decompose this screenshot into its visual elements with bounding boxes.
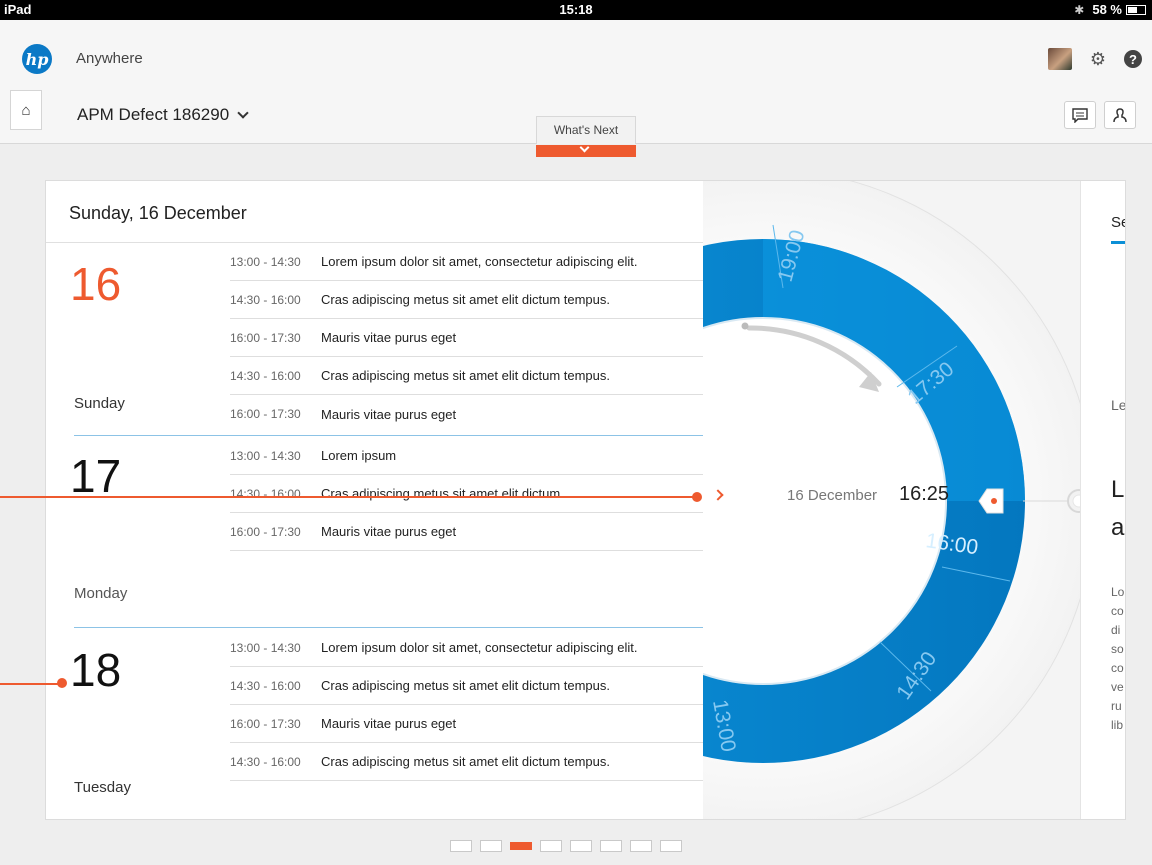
event-time: 14:30 - 16:00 (230, 486, 301, 501)
event-title: Mauris vitae purus eget (321, 716, 457, 731)
event-title: Cras adipiscing metus sit amet elit dict… (321, 486, 561, 501)
page-dot[interactable] (510, 842, 532, 850)
event-row[interactable]: 14:30 - 16:00 Cras adipiscing metus sit a… (230, 475, 704, 513)
event-time: 14:30 - 16:00 (230, 368, 301, 383)
day-group: 17 Monday 13:00 - 14:30 Lorem ipsum 14:30… (46, 437, 704, 629)
detail-text: Lo co di so co ve ru lib (1111, 585, 1125, 732)
page-dot[interactable] (630, 840, 652, 852)
event-time: 14:30 - 16:00 (230, 754, 301, 769)
event-row[interactable]: 16:00 - 17:30 Mauris vitae purus eget (230, 395, 704, 433)
day-group: 18 Tuesday 13:00 - 14:30 Lorem ipsum dolo… (46, 629, 704, 819)
event-time: 13:00 - 14:30 (230, 640, 301, 655)
callout-line (0, 496, 696, 498)
calendar-title: Sunday, 16 December (69, 203, 247, 223)
page-dot[interactable] (540, 840, 562, 852)
battery-icon (1126, 4, 1146, 15)
sub-header: ⌂ APM Defect 186290 What's Next (0, 80, 1152, 144)
comment-icon (1072, 107, 1088, 123)
whats-next-toggle[interactable] (536, 142, 636, 157)
event-row[interactable]: 14:30 - 16:00 Cras adipiscing metus sit a… (230, 743, 704, 781)
battery-percent: 58 % (1092, 2, 1122, 17)
calendar-card: Sunday, 16 December 16 Sunday 13:00 - 14… (45, 180, 1126, 820)
event-title: Cras adipiscing metus sit amet elit dict… (321, 678, 610, 693)
detail-label: Le (1111, 397, 1126, 413)
event-time: 13:00 - 14:30 (230, 448, 301, 463)
comment-button[interactable] (1064, 101, 1096, 129)
battery-fill (1128, 6, 1138, 13)
detail-tab-indicator (1111, 241, 1125, 244)
day-divider (74, 627, 704, 628)
event-title: Mauris vitae purus eget (321, 524, 457, 539)
day-divider (74, 435, 704, 436)
detail-heading-line: L (1111, 476, 1125, 503)
event-row[interactable]: 16:00 - 17:30 Mauris vitae purus eget (230, 705, 704, 743)
event-time: 13:00 - 14:30 (230, 254, 301, 269)
event-time: 14:30 - 16:00 (230, 678, 301, 693)
event-row[interactable]: 13:00 - 14:30 Lorem ipsum dolor sit amet,… (230, 243, 704, 281)
page-dot[interactable] (570, 840, 592, 852)
home-icon[interactable]: ⌂ (10, 90, 42, 130)
avatar[interactable] (1048, 48, 1072, 70)
event-row[interactable]: 16:00 - 17:30 Mauris vitae purus eget (230, 319, 704, 357)
callout-dot (692, 492, 702, 502)
day-name: Monday (74, 585, 128, 602)
day-name: Sunday (74, 395, 125, 412)
event-row[interactable]: 14:30 - 16:00 Cras adipiscing metus sit a… (230, 357, 704, 395)
detail-panel: Se Le L a Lo co di so co ve ru lib (1080, 181, 1126, 819)
chevron-down-icon (579, 142, 590, 153)
defect-selector[interactable]: APM Defect 186290 (77, 105, 249, 125)
day-number: 18 (70, 644, 122, 696)
help-icon[interactable]: ? (1124, 50, 1142, 68)
day-number: 17 (70, 450, 122, 502)
dial-time: 16:25 (899, 483, 950, 505)
page-dot[interactable] (660, 840, 682, 852)
page-dot[interactable] (600, 840, 622, 852)
user-icon (1113, 107, 1127, 122)
status-time: 15:18 (559, 2, 593, 17)
event-row[interactable]: 16:00 - 17:30 Mauris vitae purus eget (230, 513, 704, 551)
event-title: Mauris vitae purus eget (321, 406, 457, 422)
event-title: Cras adipiscing metus sit amet elit dict… (321, 754, 610, 769)
event-time: 16:00 - 17:30 (230, 524, 301, 539)
time-dial-panel: 19:00 17:30 16:00 14:30 13:00 16 Decembe… (703, 181, 1126, 819)
event-time: 16:00 - 17:30 (230, 407, 301, 421)
callout-dot (57, 678, 67, 688)
event-title: Mauris vitae purus eget (321, 330, 457, 345)
event-title: Lorem ipsum dolor sit amet, consectetur … (321, 640, 638, 655)
chevron-down-icon (237, 107, 249, 119)
callout-line (0, 683, 62, 685)
event-time: 14:30 - 16:00 (230, 292, 301, 307)
page-dot[interactable] (450, 840, 472, 852)
event-title: Lorem ipsum (321, 448, 397, 463)
user-button[interactable] (1104, 101, 1136, 129)
app-name: Anywhere (76, 50, 143, 67)
defect-title: APM Defect 186290 (77, 105, 230, 124)
event-row[interactable]: 13:00 - 14:30 Lorem ipsum dolor sit amet,… (230, 629, 704, 667)
status-bar: iPad 15:18 ✱ 58 % (0, 0, 1152, 20)
page-dot[interactable] (480, 840, 502, 852)
detail-heading-line: a (1111, 514, 1125, 542)
whats-next-tab[interactable]: What's Next (536, 116, 636, 144)
dial-date: 16 December (787, 487, 878, 504)
event-title: Cras adipiscing metus sit amet elit dict… (321, 292, 610, 307)
event-title: Lorem ipsum dolor sit amet, consectetur … (321, 254, 638, 269)
detail-tab[interactable]: Se (1111, 214, 1125, 231)
event-title: Cras adipiscing metus sit amet elit dict… (321, 368, 610, 383)
day-group: 16 Sunday 13:00 - 14:30 Lorem ipsum dolor… (46, 243, 704, 436)
gear-icon[interactable]: ⚙ (1088, 49, 1108, 69)
event-row[interactable]: 13:00 - 14:30 Lorem ipsum (230, 437, 704, 475)
event-time: 16:00 - 17:30 (230, 330, 301, 345)
day-number: 16 (70, 258, 122, 310)
day-name: Tuesday (74, 779, 131, 796)
bluetooth-icon: ✱ (1074, 2, 1085, 17)
event-time: 16:00 - 17:30 (230, 716, 301, 731)
event-row[interactable]: 14:30 - 16:00 Cras adipiscing metus sit a… (230, 667, 704, 705)
hp-logo: hp (22, 44, 52, 74)
event-row[interactable]: 14:30 - 16:00 Cras adipiscing metus sit a… (230, 281, 704, 319)
page-indicator (450, 840, 682, 852)
